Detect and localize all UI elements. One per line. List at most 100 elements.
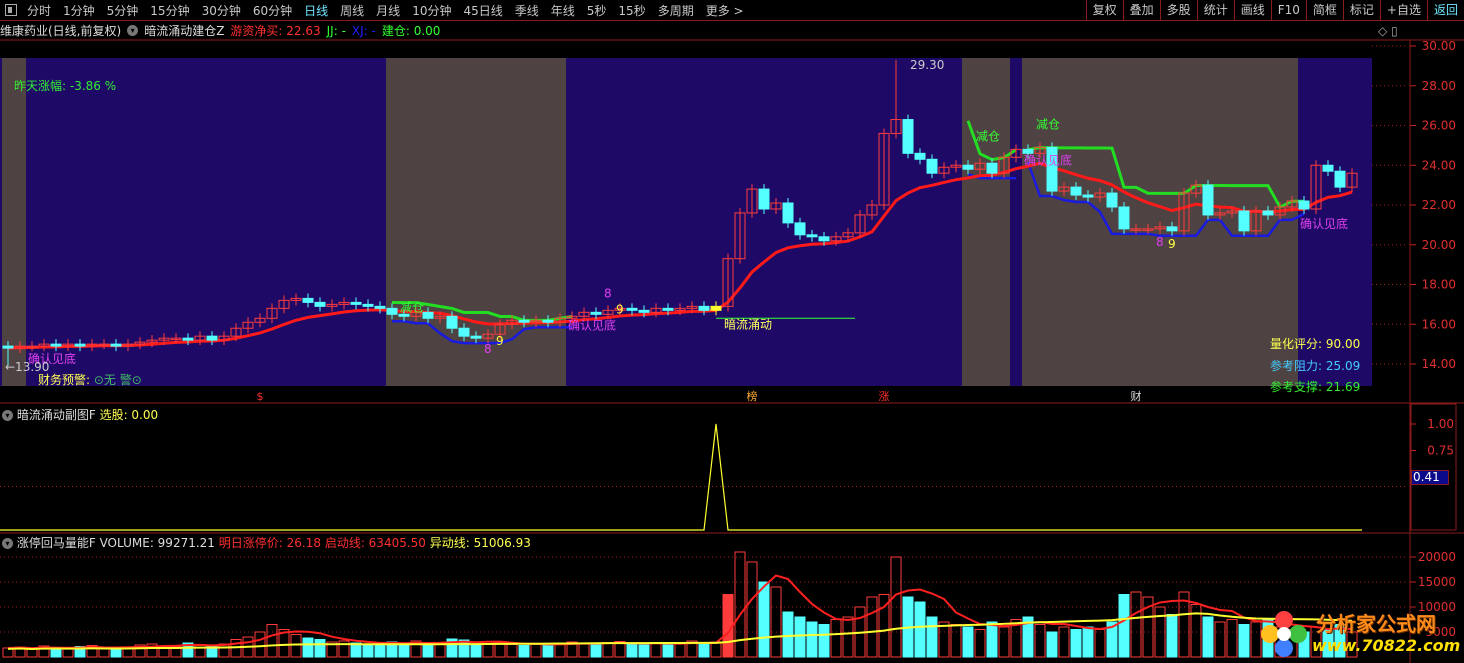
volume-bar — [1166, 614, 1178, 658]
volume-bar — [1226, 619, 1238, 658]
candle-body — [794, 222, 806, 236]
candle-body — [914, 152, 926, 160]
volume-bar — [626, 643, 638, 658]
sub-panel-header: ▾ 暗流涌动副图F 选股: 0.00 — [2, 406, 158, 423]
chart-annotation: 8 — [1156, 235, 1164, 249]
volume-bar — [950, 624, 962, 658]
candle-body — [110, 343, 122, 347]
candle-body — [710, 305, 722, 311]
volume-bar — [98, 648, 110, 658]
candlestick — [782, 198, 794, 228]
kline-chart[interactable]: 30.00 28.00 26.00 24.00 22.00 20.00 18.00 16.00… — [0, 0, 1464, 663]
candle-body — [1238, 210, 1250, 232]
volume-bar — [962, 626, 974, 658]
candlestick — [758, 184, 770, 214]
chart-annotation: 9 — [496, 334, 504, 348]
chart-annotation: 8 — [484, 342, 492, 356]
sub-indicator-menu-icon[interactable]: ▾ — [2, 410, 13, 421]
candle-body — [362, 303, 374, 307]
candle-body — [1322, 164, 1334, 172]
chart-annotation: 确认见底 — [1024, 152, 1072, 167]
finance-warning: 财务预警: ⊙无 警⊙ — [38, 371, 142, 388]
state-zone — [962, 58, 1010, 386]
volume-bar — [266, 624, 278, 658]
watermark-logo: 分析家公式网 www.70822.com — [1258, 604, 1464, 663]
volume-bar — [1082, 626, 1094, 658]
candlestick — [1046, 142, 1058, 197]
price-tick-label: 20.00 — [1422, 238, 1456, 252]
volume-bar — [662, 643, 674, 658]
flower-logo-icon — [1261, 611, 1307, 657]
volume-bar — [1046, 631, 1058, 658]
volume-bar — [782, 611, 794, 658]
candle-body — [302, 297, 314, 303]
state-zone — [2, 58, 26, 386]
volume-bar — [926, 616, 938, 658]
start-line-value: 启动线: 63405.50 — [324, 536, 426, 550]
candle-body — [926, 158, 938, 174]
candle-body — [902, 119, 914, 154]
candle-body — [1070, 186, 1082, 196]
watermark-name: 分析家公式网 — [1316, 612, 1436, 636]
candle-body — [662, 307, 674, 311]
candle-body — [638, 309, 650, 313]
candle-body — [1334, 170, 1346, 188]
high-price-label: 29.30 — [910, 58, 945, 72]
candlestick — [1238, 205, 1250, 236]
candle-body — [386, 307, 398, 315]
candle-body — [74, 343, 86, 347]
price-tick-label: 18.00 — [1422, 278, 1456, 292]
volume-bar — [650, 642, 662, 658]
candle-body — [470, 335, 482, 339]
volume-bar — [914, 601, 926, 658]
candle-body — [50, 343, 62, 347]
candle-body — [314, 301, 326, 307]
date-marker: $ — [257, 390, 264, 403]
volume-indicator-name[interactable]: 涨停回马量能F — [17, 536, 96, 550]
volume-ma-short — [7, 574, 1353, 650]
volume-bar — [1130, 591, 1142, 658]
candle-body — [542, 319, 554, 323]
volume-bar — [434, 643, 446, 658]
volume-tick-label: 20000 — [1418, 550, 1456, 564]
candle-body — [206, 335, 218, 341]
candle-body — [1298, 200, 1310, 210]
volume-bar — [794, 616, 806, 658]
volume-bar — [722, 594, 734, 658]
price-tick-label: 16.00 — [1422, 317, 1456, 331]
volume-bar — [770, 586, 782, 658]
price-tick-label: 28.00 — [1422, 79, 1456, 93]
volume-bar — [602, 642, 614, 658]
volume-bar — [866, 596, 878, 658]
volume-ma-long — [7, 612, 1353, 651]
yesterday-change: 昨天涨幅: -3.86 % — [14, 79, 117, 93]
volume-bar — [1238, 624, 1250, 658]
volume-bar — [1214, 621, 1226, 658]
volume-bar — [842, 616, 854, 658]
price-tick-label: 22.00 — [1422, 198, 1456, 212]
volume-bar — [194, 644, 206, 658]
sub-tick-label: 0.75 — [1427, 444, 1454, 458]
candle-body — [350, 301, 362, 305]
volume-indicator-menu-icon[interactable]: ▾ — [2, 538, 13, 549]
price-tick-label: 30.00 — [1422, 39, 1456, 53]
volume-bar — [422, 644, 434, 658]
volume-tick-label: 15000 — [1418, 575, 1456, 589]
volume-bar — [710, 641, 722, 658]
volume-bar — [518, 645, 530, 658]
volume-bar — [470, 643, 482, 658]
date-marker: 财 — [1131, 389, 1142, 403]
finance-warning-value: ⊙无 警⊙ — [93, 373, 142, 387]
candle-body — [518, 319, 530, 323]
candle-body — [986, 162, 998, 174]
chart-annotation: 确认见底 — [568, 317, 616, 332]
volume-bar — [1202, 616, 1214, 658]
sub-indicator-name[interactable]: 暗流涌动副图F — [17, 408, 96, 422]
volume-bar — [818, 624, 830, 658]
candle-body — [182, 337, 194, 341]
quant-score: 量化评分: 90.00 — [1270, 337, 1361, 351]
support-value: 参考支撑: 21.69 — [1270, 380, 1361, 394]
low-price-label: ←13.90 — [5, 360, 50, 374]
volume-bar — [1034, 624, 1046, 658]
candle-body — [374, 305, 386, 309]
